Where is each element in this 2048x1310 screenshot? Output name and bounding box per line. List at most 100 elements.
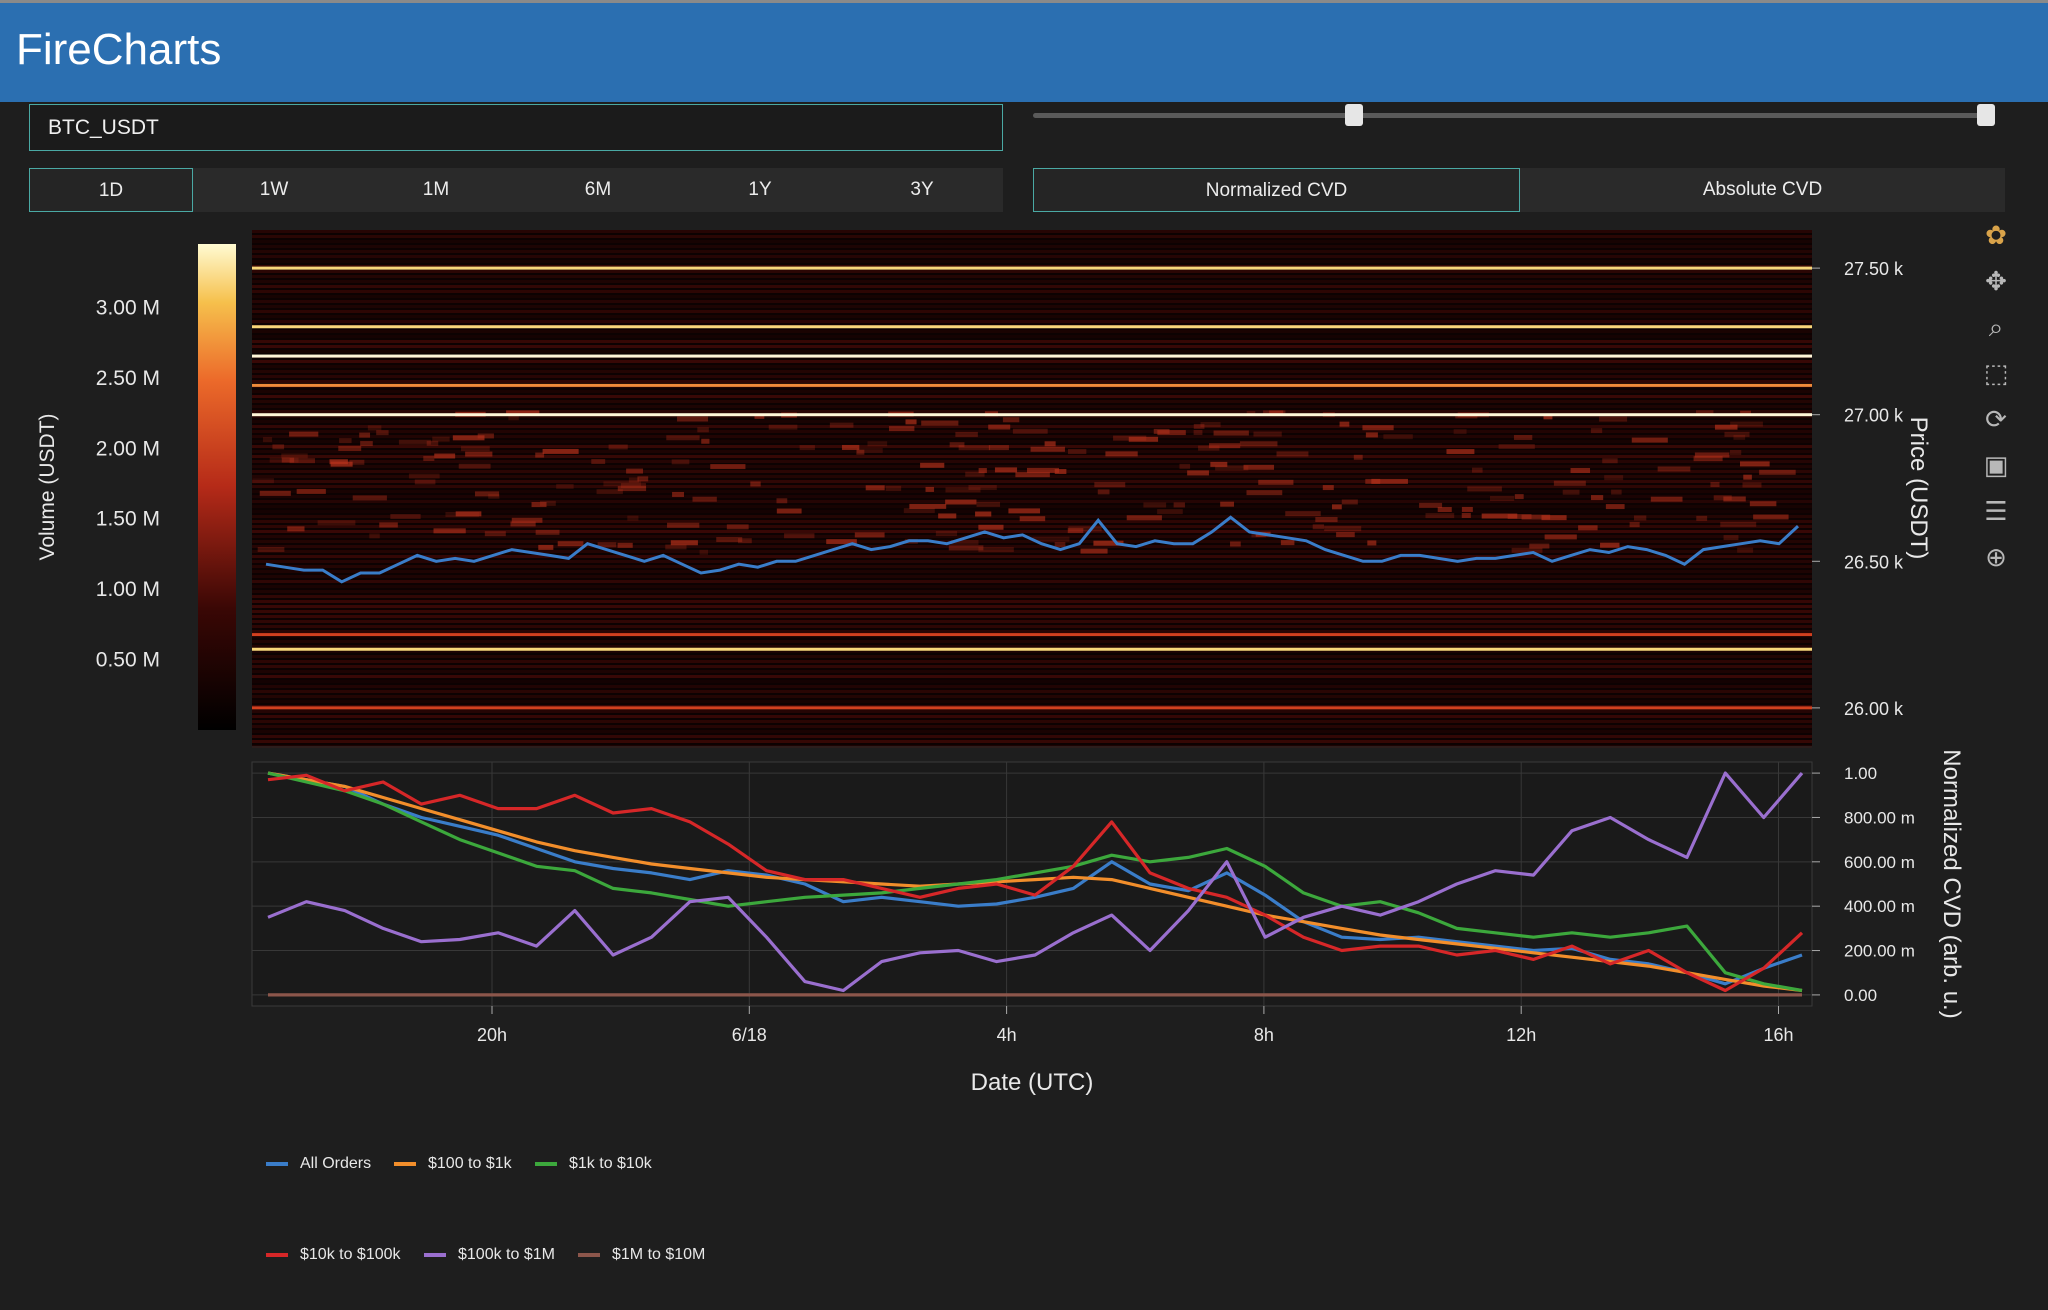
heatmap-cell <box>841 444 860 450</box>
heatmap-cell <box>1312 524 1325 530</box>
heatmap-cell <box>1215 465 1249 471</box>
time-tick-label: 20h <box>477 1025 507 1045</box>
heatmap-cell <box>360 441 373 447</box>
heatmap-band <box>252 620 1812 623</box>
absolute-cvd-button[interactable]: Absolute CVD <box>1520 168 2005 212</box>
heatmap-band <box>252 645 1812 648</box>
heatmap-band <box>252 320 1812 323</box>
heatmap-cell <box>538 544 554 550</box>
zoom-icon[interactable]: ⌕ <box>1978 310 2014 346</box>
legend-item[interactable]: $100k to $1M <box>424 1246 555 1264</box>
spike-lines-icon[interactable]: ⊕ <box>1978 540 2014 576</box>
heatmap-band <box>252 440 1812 443</box>
heatmap-band <box>252 695 1812 698</box>
heatmap-cell <box>1590 428 1603 434</box>
slider-handle-start[interactable] <box>1344 104 1363 126</box>
heatmap-cell <box>776 498 788 504</box>
time-axis-title: Date (UTC) <box>971 1069 1094 1096</box>
heatmap-cell <box>1285 511 1321 517</box>
liquidity-level <box>252 413 1812 417</box>
heatmap-band <box>252 500 1812 503</box>
pan-icon[interactable]: ✥ <box>1978 264 2014 300</box>
legend-item[interactable]: $10k to $100k <box>266 1246 401 1264</box>
heatmap-cell <box>1367 540 1377 546</box>
plotly-logo-icon[interactable]: ✿ <box>1978 218 2014 254</box>
heatmap-cell <box>1453 429 1467 435</box>
heatmap-cell <box>955 431 978 437</box>
heatmap-cell <box>1467 486 1502 492</box>
legend-item[interactable]: All Orders <box>266 1155 371 1173</box>
heatmap-cell <box>484 531 506 537</box>
heatmap-cell <box>1143 502 1167 508</box>
heatmap-cell <box>1362 425 1394 431</box>
heatmap-cell <box>1157 509 1183 515</box>
heatmap-cell <box>317 520 356 526</box>
legend-item[interactable]: $1M to $10M <box>578 1246 705 1264</box>
slider-track[interactable] <box>1033 113 1995 118</box>
heatmap-cell <box>1322 485 1334 491</box>
hover-compare-icon[interactable]: ☰ <box>1978 494 2014 530</box>
legend-item[interactable]: $1k to $10k <box>535 1155 652 1173</box>
heatmap-band <box>252 345 1812 348</box>
cvd-tick-label: 800.00 m <box>1844 808 1915 827</box>
heatmap-cell <box>1759 469 1796 475</box>
colorbar-tick-label: 1.50 M <box>96 508 160 531</box>
normalized-cvd-button[interactable]: Normalized CVD <box>1033 168 1520 212</box>
heatmap-cell <box>1331 504 1342 510</box>
heatmap-cell <box>557 541 584 547</box>
price-tick-label: 26.00 k <box>1844 699 1904 719</box>
heatmap-band <box>252 375 1812 378</box>
range-button-6m[interactable]: 6M <box>517 168 679 212</box>
cvd-plot-area[interactable] <box>251 761 1813 1007</box>
heatmap-band <box>252 380 1812 383</box>
date-range-slider[interactable] <box>1033 101 1995 129</box>
legend-swatch <box>535 1162 557 1166</box>
heatmap-cell <box>737 538 752 544</box>
heatmap-band <box>252 230 1812 233</box>
heatmap-cell <box>1693 456 1723 462</box>
heatmap-cell <box>259 490 291 496</box>
symbol-input[interactable] <box>29 104 1003 151</box>
heatmap-cell <box>903 508 935 514</box>
heatmap-band <box>252 545 1812 548</box>
heatmap-cell <box>1193 423 1205 429</box>
heatmap-cell <box>1213 430 1249 436</box>
range-button-3y[interactable]: 3Y <box>841 168 1003 212</box>
reset-icon[interactable]: ⟳ <box>1978 402 2014 438</box>
save-icon[interactable]: ▣ <box>1978 448 2014 484</box>
legend-item[interactable]: $100 to $1k <box>394 1155 512 1173</box>
heatmap-cell <box>1054 542 1066 548</box>
heatmap-band <box>252 735 1812 738</box>
heatmap-cell <box>1179 463 1191 469</box>
heatmap-band <box>252 605 1812 608</box>
heatmap-band <box>252 580 1812 583</box>
heatmap-cell <box>726 524 749 530</box>
range-button-1y[interactable]: 1Y <box>679 168 841 212</box>
heatmap-cell <box>1696 515 1708 521</box>
liquidity-level <box>252 633 1812 637</box>
range-button-1m[interactable]: 1M <box>355 168 517 212</box>
heatmap-band <box>252 340 1812 343</box>
heatmap-cell <box>352 495 387 501</box>
range-button-1d[interactable]: 1D <box>29 168 193 212</box>
heatmap-cell <box>1611 489 1622 495</box>
heatmap-band <box>252 420 1812 423</box>
range-button-1w[interactable]: 1W <box>193 168 355 212</box>
heatmap-cell <box>865 485 885 491</box>
heatmap-cell <box>433 528 466 534</box>
heatmap-cell <box>1341 499 1358 505</box>
heatmap-cell <box>1239 441 1278 447</box>
slider-handle-end[interactable] <box>1977 104 1995 126</box>
heatmap-cell <box>1230 541 1241 547</box>
heatmap-band <box>252 290 1812 293</box>
time-tick-label: 6/18 <box>732 1025 767 1045</box>
orderbook-heatmap-chart[interactable]: 0.50 M 1.00 M 1.50 M 2.00 M 2.50 M 3.00 M Volu… <box>0 222 2048 762</box>
heatmap-band <box>252 250 1812 253</box>
box-select-icon[interactable]: ⬚ <box>1978 356 2014 392</box>
heatmap-cell <box>978 547 1014 553</box>
heatmap-cell <box>1105 451 1138 457</box>
cvd-line-chart[interactable]: 0.00 200.00 m 400.00 m 600.00 m 800.00 m 1.00… <box>0 750 2048 1100</box>
price-tick-label: 27.50 k <box>1844 259 1904 279</box>
heatmap-band <box>252 410 1812 413</box>
heatmap-cell <box>949 442 965 448</box>
